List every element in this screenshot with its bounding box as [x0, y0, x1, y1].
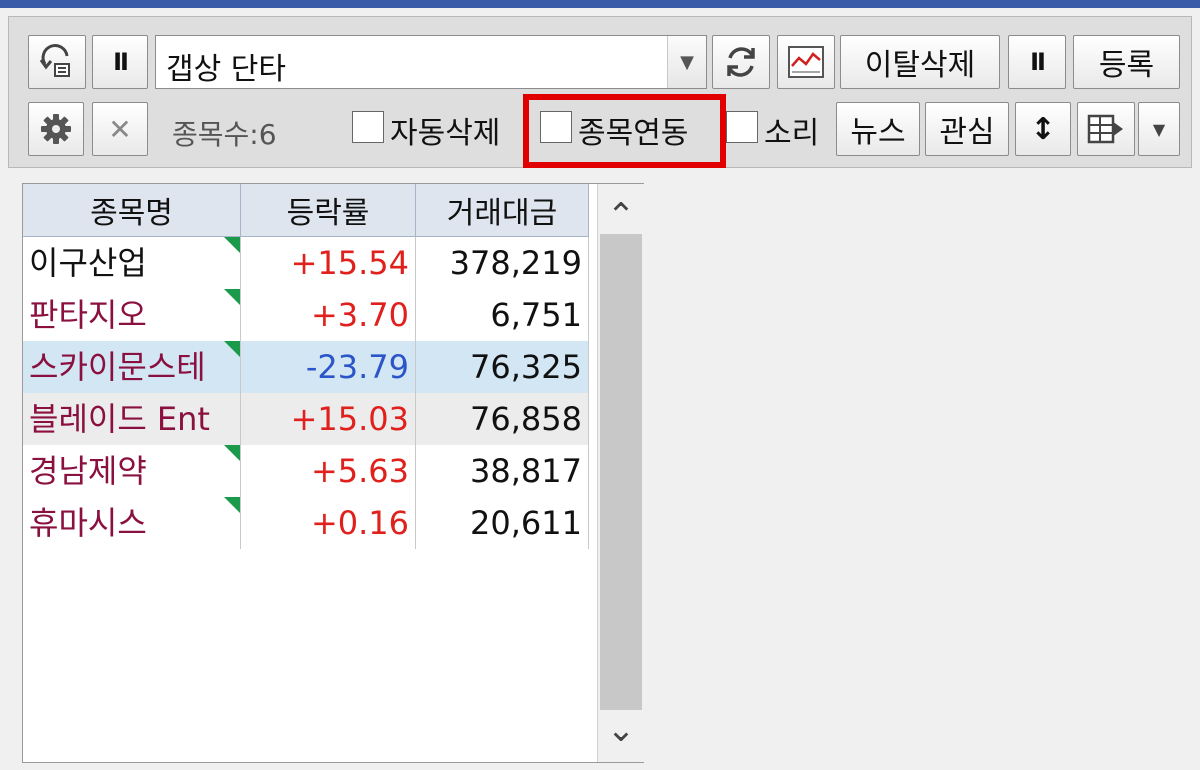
news-label: 뉴스 — [850, 115, 906, 150]
pause-icon: II — [113, 48, 129, 76]
cell-stock-name: 이구산업 — [23, 237, 241, 289]
cell-rate: +15.54 — [241, 237, 416, 289]
scroll-down-button[interactable]: ⌄ — [598, 712, 644, 762]
cell-stock-name: 스카이문스테 — [23, 341, 241, 393]
register-button[interactable]: 등록 — [1073, 35, 1180, 89]
close-icon: ✕ — [108, 112, 132, 146]
table-row[interactable]: 판타지오 +3.70 6,751 — [23, 289, 589, 341]
gear-icon — [41, 114, 71, 144]
scrollbar-thumb[interactable] — [600, 234, 642, 710]
cell-trade-value: 76,858 — [416, 393, 589, 445]
cell-trade-value: 6,751 — [416, 289, 589, 341]
highlight-box — [523, 94, 726, 168]
pause-button-2[interactable]: II — [1008, 35, 1066, 89]
condition-select-value: 갭상 단타 — [166, 52, 286, 87]
chevron-up-icon: ⌃ — [606, 196, 636, 236]
table-row[interactable]: 블레이드 Ent +15.03 76,858 — [23, 393, 589, 445]
condition-select[interactable]: 갭상 단타 ▼ — [155, 35, 707, 89]
table-row[interactable]: 경남제약 +5.63 38,817 — [23, 445, 589, 497]
close-button[interactable]: ✕ — [92, 102, 148, 156]
flag-marker-icon — [224, 237, 240, 253]
cell-trade-value: 20,611 — [416, 497, 589, 549]
cell-rate: +3.70 — [241, 289, 416, 341]
window-top-border — [0, 0, 1200, 8]
line-chart-icon — [788, 46, 824, 78]
deviation-delete-button[interactable]: 이탈삭제 — [840, 35, 1000, 89]
cell-stock-name: 휴마시스 — [23, 497, 241, 549]
register-label: 등록 — [1098, 48, 1155, 83]
table-row[interactable]: 휴마시스 +0.16 20,611 — [23, 497, 589, 549]
deviation-delete-label: 이탈삭제 — [864, 48, 976, 83]
more-options-button[interactable]: ▼ — [1138, 102, 1180, 156]
table-row[interactable]: 스카이문스테 -23.79 76,325 — [23, 341, 589, 393]
cell-stock-name: 경남제약 — [23, 445, 241, 497]
column-header-name[interactable]: 종목명 — [23, 184, 241, 237]
table-export-icon — [1087, 114, 1123, 144]
flag-marker-icon — [224, 289, 240, 305]
sound-checkbox[interactable] — [726, 111, 758, 143]
chevron-down-icon: ⌄ — [606, 710, 636, 750]
column-header-rate[interactable]: 등락률 — [241, 184, 416, 237]
cell-trade-value: 378,219 — [416, 237, 589, 289]
cell-rate: +0.16 — [241, 497, 416, 549]
chart-button[interactable] — [777, 35, 835, 89]
export-button[interactable] — [1077, 102, 1135, 156]
auto-delete-checkbox[interactable] — [352, 111, 384, 143]
settings-button[interactable] — [28, 102, 84, 156]
search-refresh-icon — [39, 44, 70, 77]
up-down-arrow-icon: ↕ — [1030, 111, 1056, 147]
watch-button[interactable]: 관심 — [925, 102, 1009, 156]
cell-rate: -23.79 — [241, 341, 416, 393]
flag-marker-icon — [224, 497, 240, 513]
pause-icon: II — [1030, 48, 1046, 76]
table-row[interactable]: 이구산업 +15.54 378,219 — [23, 237, 589, 289]
pause-button[interactable]: II — [92, 35, 148, 89]
vertical-scrollbar[interactable]: ⌃ ⌄ — [597, 184, 644, 762]
flag-marker-icon — [224, 341, 240, 357]
cell-rate: +15.03 — [241, 393, 416, 445]
search-refresh-button[interactable] — [28, 35, 86, 89]
chevron-down-icon[interactable]: ▼ — [667, 36, 706, 88]
flag-marker-icon — [224, 445, 240, 461]
column-header-value[interactable]: 거래대금 — [416, 184, 589, 237]
cell-rate: +5.63 — [241, 445, 416, 497]
refresh-icon — [727, 47, 755, 77]
cell-stock-name: 판타지오 — [23, 289, 241, 341]
refresh-button[interactable] — [712, 35, 770, 89]
cell-trade-value: 76,325 — [416, 341, 589, 393]
chevron-down-icon: ▼ — [1152, 119, 1166, 139]
watch-label: 관심 — [939, 115, 995, 150]
auto-delete-label: 자동삭제 — [390, 116, 501, 151]
item-count: 종목수:6 — [172, 118, 277, 151]
sound-label: 소리 — [764, 116, 820, 151]
sort-button[interactable]: ↕ — [1015, 102, 1071, 156]
scroll-up-button[interactable]: ⌃ — [598, 184, 644, 234]
news-button[interactable]: 뉴스 — [836, 102, 920, 156]
cell-stock-name: 블레이드 Ent — [23, 393, 241, 445]
stock-table: 종목명 등락률 거래대금 이구산업 +15.54 378,219 판타지오 +3.70 6… — [22, 183, 644, 763]
cell-trade-value: 38,817 — [416, 445, 589, 497]
